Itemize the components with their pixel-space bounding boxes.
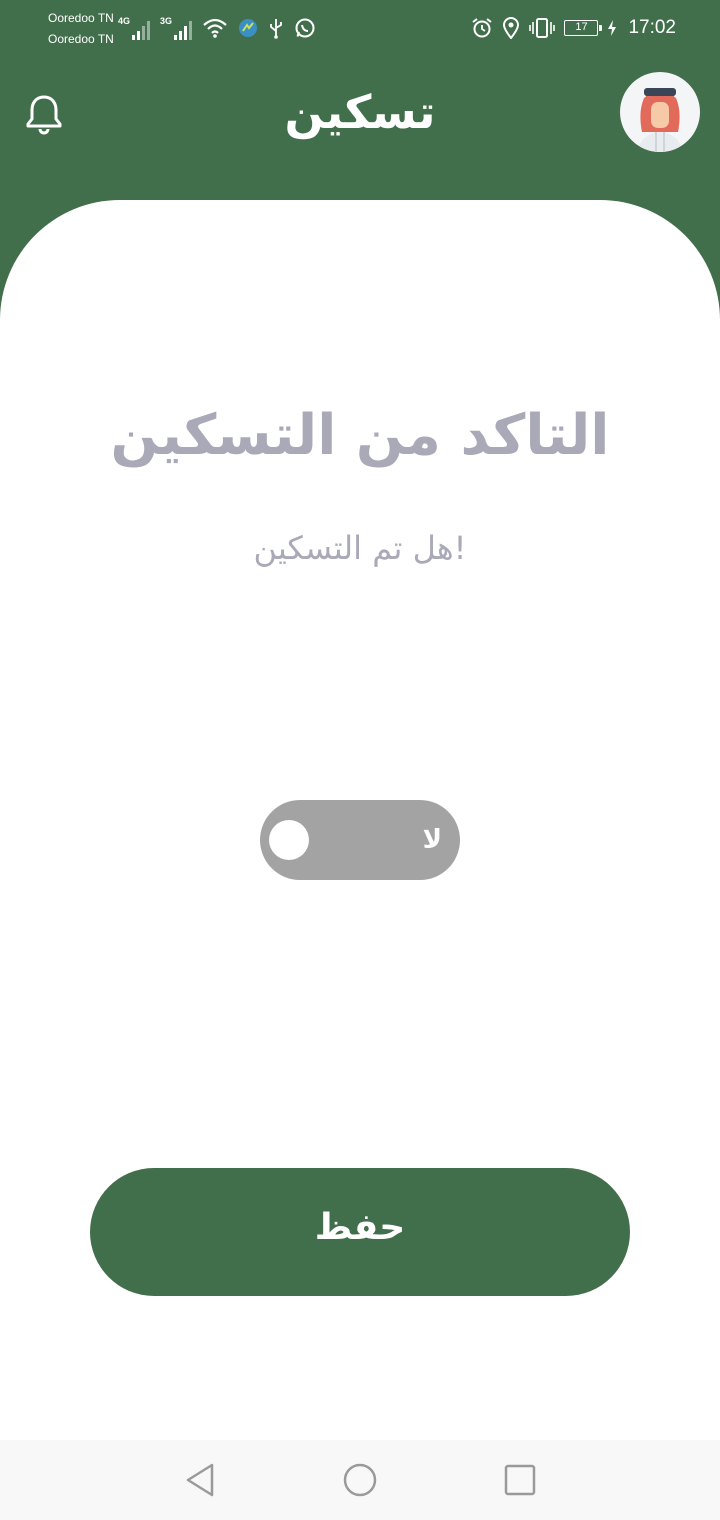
carrier-label-2: Ooredoo TN xyxy=(48,32,114,46)
status-icons-left: 4G 3G xyxy=(118,14,316,42)
wifi-icon xyxy=(203,18,227,38)
clock: 17:02 xyxy=(628,17,676,38)
toggle-label: لا xyxy=(422,825,442,855)
network-type-1: 4G xyxy=(118,16,131,26)
whatsapp-icon xyxy=(295,18,315,38)
carrier-label-1: Ooredoo TN xyxy=(48,11,114,25)
toggle-knob xyxy=(269,820,309,860)
page-title: تسكين xyxy=(284,85,436,139)
network-type-2: 3G xyxy=(160,16,173,26)
signal-icon-sim1: 4G xyxy=(118,16,150,40)
home-circle-icon xyxy=(343,1463,377,1497)
question-text: هل تم التسكين! xyxy=(253,529,467,567)
recents-square-icon xyxy=(504,1464,536,1496)
housing-toggle[interactable]: لا xyxy=(260,800,460,880)
battery-icon: 17 xyxy=(564,20,603,36)
navigation-bar xyxy=(0,1440,720,1520)
save-button[interactable]: حفظ xyxy=(90,1168,630,1296)
charging-icon xyxy=(608,20,617,36)
app-notification-icon xyxy=(239,19,257,37)
status-bar: Ooredoo TN Ooredoo TN 4G 3G 17 17:02 xyxy=(0,0,720,56)
vibrate-icon xyxy=(529,18,556,38)
home-button[interactable] xyxy=(340,1460,380,1500)
usb-icon xyxy=(270,19,282,39)
back-triangle-icon xyxy=(186,1463,214,1497)
back-button[interactable] xyxy=(180,1460,220,1500)
section-title: التاكد من التسكين xyxy=(110,403,610,468)
location-icon xyxy=(503,17,520,39)
signal-icon-sim2: 3G xyxy=(160,16,192,40)
recents-button[interactable] xyxy=(500,1460,540,1500)
user-avatar-icon xyxy=(638,88,682,152)
alarm-icon xyxy=(472,18,493,38)
status-icons-right: 17 17:02 xyxy=(471,14,676,42)
avatar[interactable] xyxy=(620,72,700,152)
